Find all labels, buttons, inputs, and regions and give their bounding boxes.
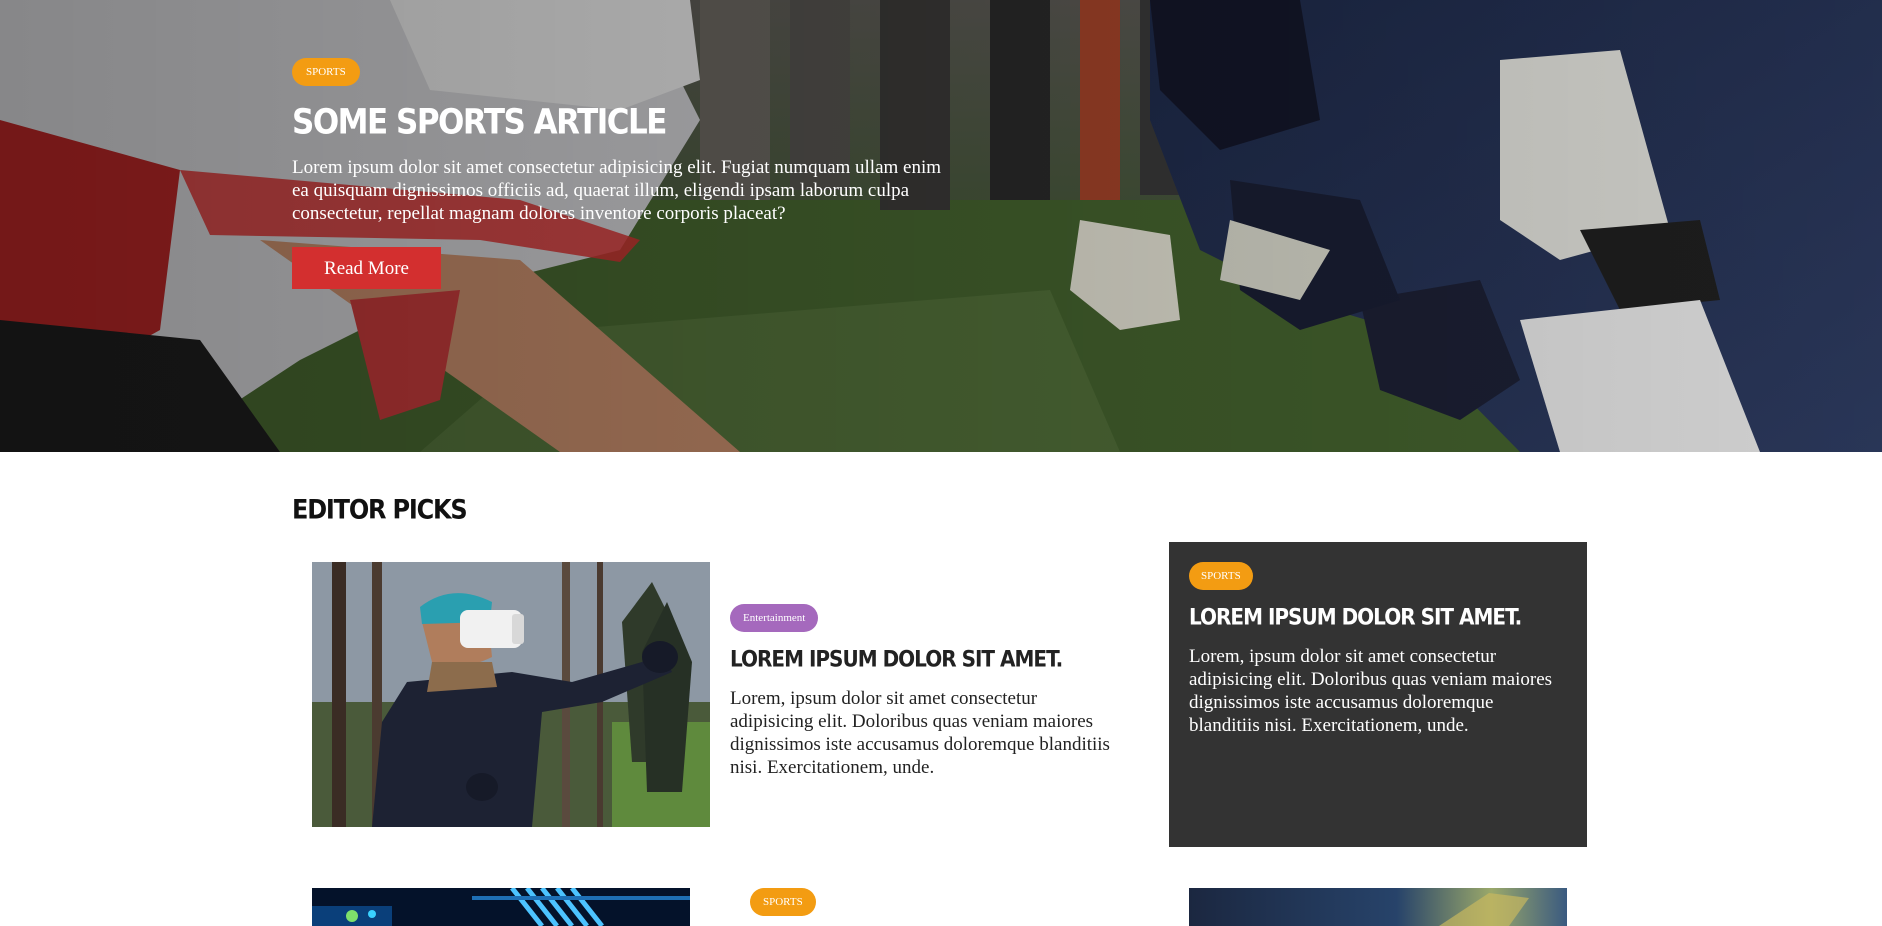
- card-2-title[interactable]: LOREM IPSUM DOLOR SIT AMET.: [1189, 603, 1567, 630]
- cables-photo: [312, 888, 690, 926]
- hero-banner: SPORTS SOME SPORTS ARTICLE Lorem ipsum d…: [0, 0, 1882, 452]
- vr-photo: [312, 562, 710, 827]
- card-image-cables[interactable]: [312, 888, 690, 926]
- hero-category-badge[interactable]: SPORTS: [292, 58, 360, 86]
- row-2-category-badge[interactable]: SPORTS: [750, 888, 816, 916]
- card-1-category-badge[interactable]: Entertainment: [730, 604, 819, 632]
- card-image-vr[interactable]: [312, 562, 710, 827]
- hero-description: Lorem ipsum dolor sit amet consectetur a…: [292, 157, 942, 224]
- card-2-dark[interactable]: SPORTS LOREM IPSUM DOLOR SIT AMET. Lorem…: [1169, 542, 1587, 847]
- card-image-circuit[interactable]: [1189, 888, 1567, 926]
- circuit-photo: [1189, 888, 1567, 926]
- card-2-category-badge[interactable]: SPORTS: [1189, 562, 1253, 590]
- card-1-title[interactable]: LOREM IPSUM DOLOR SIT AMET.: [730, 645, 1125, 672]
- hero-content: SPORTS SOME SPORTS ARTICLE Lorem ipsum d…: [292, 58, 952, 289]
- card-1-body: Entertainment LOREM IPSUM DOLOR SIT AMET…: [730, 604, 1125, 779]
- hero-title: SOME SPORTS ARTICLE: [292, 102, 667, 143]
- read-more-button[interactable]: Read More: [292, 247, 441, 289]
- section-title-editor-picks: EDITOR PICKS: [292, 494, 468, 526]
- card-1-text: Lorem, ipsum dolor sit amet consectetur …: [730, 688, 1110, 778]
- card-2-text: Lorem, ipsum dolor sit amet consectetur …: [1189, 646, 1553, 736]
